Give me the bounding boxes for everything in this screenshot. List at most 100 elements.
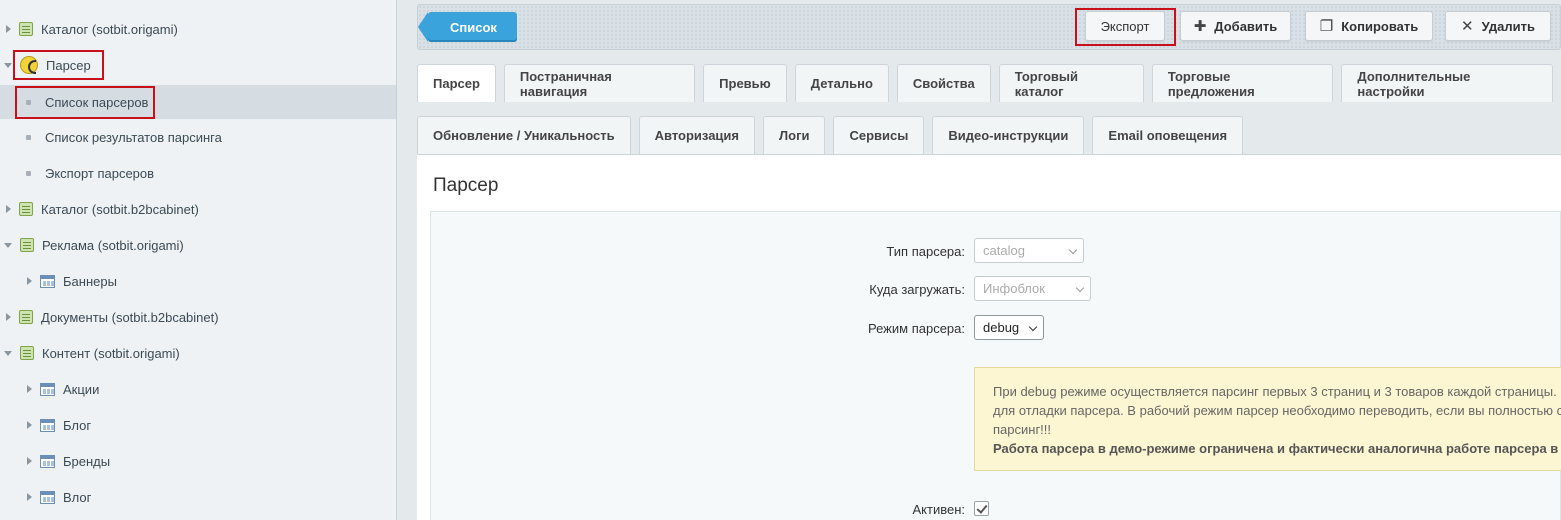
mode-value: debug	[983, 320, 1020, 335]
iblock-icon	[40, 382, 55, 396]
sidebar-item-label: Влог	[63, 489, 92, 505]
parser-type-row: Тип парсера:	[431, 238, 965, 264]
list-button-label: Список	[450, 19, 497, 35]
highlight-box	[15, 86, 155, 119]
delete-button[interactable]: ✕ Удалить	[1445, 11, 1551, 41]
sidebar-item-label: Список результатов парсинга	[45, 129, 222, 145]
sidebar-item-banners[interactable]: Баннеры	[0, 264, 396, 298]
tab-tabs-row2-2[interactable]: Логи	[763, 116, 826, 154]
sidebar-item-label: Реклама (sotbit.origami)	[42, 237, 184, 253]
sidebar-item-blog[interactable]: Блог	[0, 408, 396, 442]
tab-tabs-row1-4[interactable]: Свойства	[896, 64, 991, 102]
close-icon: ✕	[1461, 18, 1474, 35]
sidebar-item-label: Экспорт парсеров	[45, 165, 155, 181]
copy-icon: ❐	[1319, 18, 1334, 35]
tab-tabs-row1-2[interactable]: Превью	[703, 64, 787, 102]
load-to-value: Инфоблок	[983, 281, 1045, 296]
catalog-icon	[20, 238, 34, 252]
load-to-select[interactable]: Инфоблок	[974, 276, 1091, 301]
sidebar-item-brands[interactable]: Бренды	[0, 444, 396, 478]
bullet-icon	[26, 134, 31, 140]
mode-select[interactable]: debug	[974, 315, 1044, 340]
highlight-box	[1075, 8, 1176, 46]
plus-icon: ✚	[1193, 18, 1207, 35]
sidebar-item-label: Документы (sotbit.b2bcabinet)	[41, 309, 219, 325]
tab-tabs-row1-1[interactable]: Постраничная навигация	[503, 64, 696, 102]
active-row: Активен:	[431, 496, 965, 520]
debug-notice: При debug режиме осуществляется парсинг …	[974, 367, 1561, 471]
notice-line: для отладки парсера. В рабочий режим пар…	[993, 403, 1561, 418]
expand-arrow-icon[interactable]	[27, 421, 32, 429]
tab-tabs-row1-7[interactable]: Дополнительные настройки	[1341, 64, 1553, 102]
catalog-icon	[19, 310, 33, 324]
expand-arrow-icon[interactable]	[6, 25, 11, 33]
expand-arrow-icon[interactable]	[6, 205, 11, 213]
notice-line: парсинг!!!	[993, 422, 1052, 437]
parser-type-label: Тип парсера:	[886, 243, 965, 259]
active-label: Активен:	[912, 501, 965, 517]
copy-button-label: Копировать	[1341, 18, 1419, 34]
sidebar-item-promotions[interactable]: Акции	[0, 372, 396, 406]
chevron-down-icon	[1068, 245, 1078, 255]
expand-arrow-icon[interactable]	[6, 313, 11, 321]
tab-bar-secondary: Обновление / Уникальность Авторизация Логи…	[417, 116, 1251, 154]
chevron-down-icon	[1028, 322, 1038, 332]
catalog-icon	[20, 346, 34, 360]
sidebar-item-label: Каталог (sotbit.origami)	[41, 21, 178, 37]
delete-button-label: Удалить	[1481, 18, 1535, 34]
expand-arrow-icon[interactable]	[27, 493, 32, 501]
add-button[interactable]: ✚ Добавить	[1180, 11, 1291, 41]
content-area: Парсер Тип парсера: catalog Куда загружа…	[417, 154, 1561, 520]
sidebar-item-catalog-origami[interactable]: Каталог (sotbit.origami)	[0, 12, 396, 46]
expand-arrow-icon[interactable]	[27, 385, 32, 393]
sidebar-item-ads-origami[interactable]: Реклама (sotbit.origami)	[0, 228, 396, 262]
iblock-icon	[40, 454, 55, 468]
active-checkbox[interactable]	[974, 501, 989, 516]
sidebar-item-label: Акции	[63, 381, 100, 397]
sidebar-item-parsing-results[interactable]: Список результатов парсинга	[0, 120, 396, 154]
collapse-arrow-icon[interactable]	[4, 242, 12, 248]
tab-tabs-row1-0[interactable]: Парсер	[417, 64, 496, 102]
copy-button[interactable]: ❐ Копировать	[1305, 11, 1433, 41]
highlight-box	[13, 50, 104, 80]
parser-type-value: catalog	[983, 243, 1025, 258]
sidebar-item-catalog-b2b[interactable]: Каталог (sotbit.b2bcabinet)	[0, 192, 396, 226]
tab-tabs-row2-0[interactable]: Обновление / Уникальность	[417, 116, 631, 154]
sidebar-item-label: Каталог (sotbit.b2bcabinet)	[41, 201, 199, 217]
sidebar-item-label: Контент (sotbit.origami)	[42, 345, 180, 361]
parser-form: Тип парсера: catalog Куда загружать: Инф…	[430, 211, 1561, 520]
sidebar-item-label: Блог	[63, 417, 92, 433]
page-title: Парсер	[433, 175, 499, 196]
tab-tabs-row1-5[interactable]: Торговый каталог	[998, 64, 1144, 102]
sidebar-item-parser-export[interactable]: Экспорт парсеров	[0, 156, 396, 190]
collapse-arrow-icon[interactable]	[4, 350, 12, 356]
bullet-icon	[26, 170, 31, 176]
mode-label: Режим парсера:	[868, 320, 965, 336]
expand-arrow-icon[interactable]	[27, 277, 32, 285]
expand-arrow-icon[interactable]	[27, 457, 32, 465]
main-panel: Список Экспорт ✚ Добавить ❐ Копировать ✕…	[397, 0, 1561, 520]
tab-tabs-row2-3[interactable]: Сервисы	[833, 116, 925, 154]
sidebar-item-label: Баннеры	[63, 273, 117, 289]
tab-tabs-row2-1[interactable]: Авторизация	[638, 116, 755, 154]
iblock-icon	[40, 418, 55, 432]
list-button[interactable]: Список	[418, 12, 517, 42]
load-to-row: Куда загружать:	[431, 276, 965, 302]
sidebar-item-content-origami[interactable]: Контент (sotbit.origami)	[0, 336, 396, 370]
mode-row: Режим парсера:	[431, 315, 965, 341]
tab-bar-primary: Парсер Постраничная навигация Превью Деталь…	[417, 64, 1561, 102]
add-button-label: Добавить	[1214, 18, 1278, 34]
chevron-down-icon	[1075, 283, 1085, 293]
tab-tabs-row1-6[interactable]: Торговые предложения	[1151, 64, 1334, 102]
sidebar-item-documents-b2b[interactable]: Документы (sotbit.b2bcabinet)	[0, 300, 396, 334]
collapse-arrow-icon[interactable]	[4, 62, 12, 68]
tab-tabs-row2-5[interactable]: Email оповещения	[1092, 116, 1244, 154]
catalog-icon	[19, 22, 33, 36]
load-to-label: Куда загружать:	[869, 281, 965, 297]
notice-bold-line: Работа парсера в демо-режиме ограничена …	[993, 441, 1559, 456]
sidebar-item-vlog[interactable]: Влог	[0, 480, 396, 514]
parser-type-select[interactable]: catalog	[974, 238, 1084, 263]
tab-tabs-row1-3[interactable]: Детально	[794, 64, 889, 102]
catalog-icon	[19, 202, 33, 216]
tab-tabs-row2-4[interactable]: Видео-инструкции	[932, 116, 1085, 154]
